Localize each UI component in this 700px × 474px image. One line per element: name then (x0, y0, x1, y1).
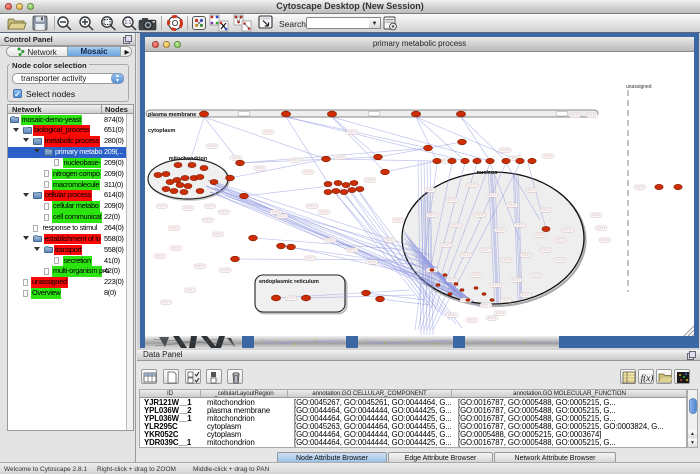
svg-text:nucleus: nucleus (477, 170, 498, 176)
svg-text:endoplasmic reticulum: endoplasmic reticulum (259, 279, 319, 285)
svg-text:1:1: 1:1 (125, 20, 132, 26)
svg-text:cytoplasm: cytoplasm (148, 128, 175, 134)
svg-text:mitochondrion: mitochondrion (169, 156, 208, 162)
svg-text:plasma membrane: plasma membrane (148, 112, 196, 118)
svg-text:unassigned: unassigned (626, 84, 652, 90)
svg-text:f(x): f(x) (640, 373, 653, 383)
